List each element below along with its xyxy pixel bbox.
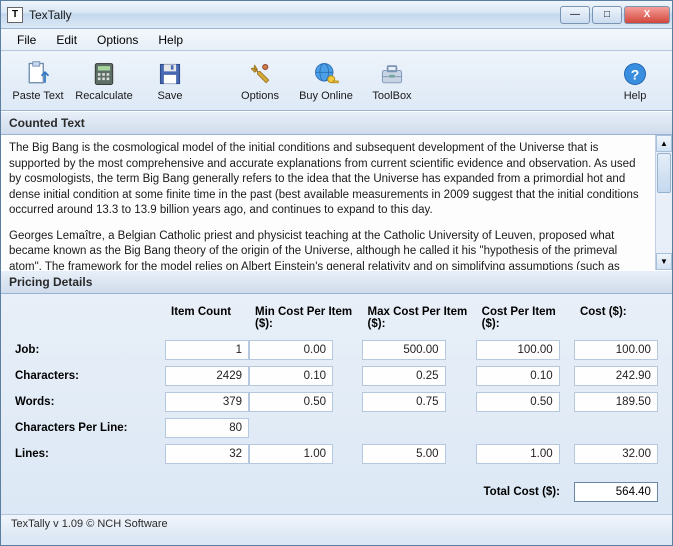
label-total: Total Cost ($):	[15, 470, 574, 502]
label-words: Words:	[15, 392, 165, 412]
counted-text-area: The Big Bang is the cosmological model o…	[1, 135, 672, 270]
menu-options[interactable]: Options	[87, 31, 148, 49]
col-cost: Cost ($):	[574, 306, 658, 334]
lines-min[interactable]: 1.00	[249, 444, 333, 464]
words-max[interactable]: 0.75	[362, 392, 446, 412]
app-icon: T	[7, 7, 23, 23]
options-label: Options	[241, 90, 279, 102]
pricing-panel: Item Count Min Cost Per Item ($): Max Co…	[1, 294, 672, 514]
counted-text-body[interactable]: The Big Bang is the cosmological model o…	[1, 135, 655, 270]
toolbox-button[interactable]: ToolBox	[359, 54, 425, 108]
calculator-icon	[90, 60, 118, 88]
words-count[interactable]: 379	[165, 392, 249, 412]
menu-help[interactable]: Help	[148, 31, 193, 49]
status-bar: TexTally v 1.09 © NCH Software	[1, 514, 672, 536]
menu-edit[interactable]: Edit	[46, 31, 87, 49]
paste-icon	[24, 60, 52, 88]
characters-min[interactable]: 0.10	[249, 366, 333, 386]
job-per[interactable]: 100.00	[476, 340, 560, 360]
words-min[interactable]: 0.50	[249, 392, 333, 412]
job-count[interactable]: 1	[165, 340, 249, 360]
label-characters: Characters:	[15, 366, 165, 386]
scroll-thumb[interactable]	[657, 153, 671, 193]
pricing-details-header: Pricing Details	[1, 270, 672, 294]
col-max-cost: Max Cost Per Item ($):	[362, 306, 476, 334]
job-cost[interactable]: 100.00	[574, 340, 658, 360]
floppy-icon	[156, 60, 184, 88]
pricing-table: Item Count Min Cost Per Item ($): Max Co…	[15, 300, 658, 508]
toolbox-label: ToolBox	[372, 90, 411, 102]
toolbox-icon	[378, 60, 406, 88]
row-job: Job: 1 0.00 500.00 100.00 100.00	[15, 340, 658, 360]
buy-online-button[interactable]: Buy Online	[293, 54, 359, 108]
globe-key-icon	[312, 60, 340, 88]
col-item-count: Item Count	[165, 306, 249, 334]
options-button[interactable]: Options	[227, 54, 293, 108]
col-cost-per: Cost Per Item ($):	[476, 306, 574, 334]
paste-text-label: Paste Text	[12, 90, 63, 102]
buy-online-label: Buy Online	[299, 90, 353, 102]
recalculate-label: Recalculate	[75, 90, 132, 102]
row-lines: Lines: 32 1.00 5.00 1.00 32.00	[15, 444, 658, 464]
cpl-count[interactable]: 80	[165, 418, 249, 438]
row-characters: Characters: 2429 0.10 0.25 0.10 242.90	[15, 366, 658, 386]
minimize-button[interactable]: —	[560, 6, 590, 24]
recalculate-button[interactable]: Recalculate	[71, 54, 137, 108]
text-paragraph-1: The Big Bang is the cosmological model o…	[9, 141, 647, 219]
lines-max[interactable]: 5.00	[362, 444, 446, 464]
characters-count[interactable]: 2429	[165, 366, 249, 386]
help-label: Help	[624, 90, 647, 102]
titlebar: T TexTally — □ X	[1, 1, 672, 29]
scroll-up-button[interactable]: ▲	[656, 135, 672, 152]
job-min[interactable]: 0.00	[249, 340, 333, 360]
scroll-down-button[interactable]: ▼	[656, 253, 672, 270]
characters-max[interactable]: 0.25	[362, 366, 446, 386]
label-job: Job:	[15, 340, 165, 360]
words-per[interactable]: 0.50	[476, 392, 560, 412]
save-button[interactable]: Save	[137, 54, 203, 108]
total-cost-field[interactable]	[574, 482, 658, 502]
help-icon: ?	[621, 60, 649, 88]
paste-text-button[interactable]: Paste Text	[5, 54, 71, 108]
characters-cost[interactable]: 242.90	[574, 366, 658, 386]
close-button[interactable]: X	[624, 6, 670, 24]
row-total: Total Cost ($):	[15, 470, 658, 502]
lines-per[interactable]: 1.00	[476, 444, 560, 464]
scrollbar[interactable]: ▲ ▼	[655, 135, 672, 270]
label-lines: Lines:	[15, 444, 165, 464]
job-max[interactable]: 500.00	[362, 340, 446, 360]
col-min-cost: Min Cost Per Item ($):	[249, 306, 362, 334]
characters-per[interactable]: 0.10	[476, 366, 560, 386]
label-cpl: Characters Per Line:	[15, 418, 165, 438]
lines-cost[interactable]: 32.00	[574, 444, 658, 464]
maximize-button[interactable]: □	[592, 6, 622, 24]
svg-text:?: ?	[631, 66, 640, 82]
menubar: File Edit Options Help	[1, 29, 672, 51]
row-words: Words: 379 0.50 0.75 0.50 189.50	[15, 392, 658, 412]
lines-count[interactable]: 32	[165, 444, 249, 464]
counted-text-header: Counted Text	[1, 111, 672, 135]
text-paragraph-2: Georges Lemaître, a Belgian Catholic pri…	[9, 229, 647, 270]
help-button[interactable]: ? Help	[602, 54, 668, 108]
menu-file[interactable]: File	[7, 31, 46, 49]
save-label: Save	[157, 90, 182, 102]
words-cost[interactable]: 189.50	[574, 392, 658, 412]
toolbar: Paste Text Recalculate Save Options Buy …	[1, 51, 672, 111]
window-title: TexTally	[29, 8, 558, 22]
wrench-icon	[246, 60, 274, 88]
row-chars-per-line: Characters Per Line: 80	[15, 418, 658, 438]
